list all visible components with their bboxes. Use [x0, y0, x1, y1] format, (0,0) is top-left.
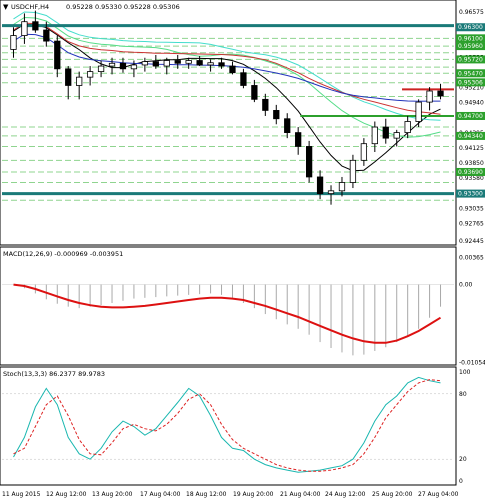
- candle-body: [218, 62, 225, 67]
- candle-body: [371, 126, 378, 145]
- chart-symbol-label: USDCHF,H4: [11, 3, 49, 11]
- candle-body: [43, 29, 50, 42]
- price-tick-label: 0.94125: [459, 145, 484, 152]
- candle-body: [130, 64, 138, 70]
- candle-body: [97, 65, 105, 73]
- candle-body: [349, 159, 357, 183]
- candle-body: [196, 60, 203, 66]
- candle-body: [426, 90, 433, 103]
- time-tick-label: 19 Aug 20:00: [233, 491, 274, 498]
- time-tick-label: 24 Aug 12:00: [325, 491, 366, 498]
- candle-body: [404, 121, 411, 133]
- macd-title: MACD(12,26,9) -0.000969 -0.003951: [3, 250, 123, 258]
- macd-tick-label: 0.00: [459, 282, 473, 289]
- candle-body: [305, 146, 313, 178]
- candle-body: [273, 110, 280, 120]
- candle-body: [152, 61, 159, 67]
- time-tick-label: 13 Aug 20:00: [92, 491, 133, 498]
- stoch-panel-frame[interactable]: [0, 366, 457, 486]
- time-tick-label: 12 Aug 12:00: [46, 491, 87, 498]
- candle-body: [229, 65, 236, 74]
- time-tick-label: 18 Aug 12:00: [186, 491, 227, 498]
- candle-body: [10, 35, 17, 50]
- candle-body: [141, 61, 149, 66]
- candle-body: [185, 60, 192, 64]
- candle-body: [119, 62, 127, 70]
- price-marker-label: 0.95306: [458, 79, 483, 86]
- time-axis: 11 Aug 2015 12 Aug 12:00 13 Aug 20:00 17 Au…: [2, 491, 459, 498]
- candle-body: [360, 143, 368, 161]
- macd-tick-label: -0.010546: [459, 359, 485, 366]
- candle-body: [65, 68, 72, 86]
- candle-body: [327, 190, 335, 194]
- price-tick-label: 0.93035: [459, 205, 484, 212]
- time-tick-label: 27 Aug 04:00: [418, 491, 459, 498]
- stoch-tick-label: 20: [459, 456, 467, 463]
- candle-body: [338, 182, 346, 192]
- stoch-tick-label: 100: [459, 369, 471, 376]
- stoch-tick-label: 80: [459, 391, 467, 398]
- price-tick-label: 0.92445: [459, 238, 484, 245]
- price-marker-label: 0.95720: [458, 56, 483, 63]
- candle-body: [262, 98, 269, 111]
- candle-body: [284, 118, 291, 133]
- candle-body: [415, 101, 422, 122]
- candle-body: [382, 126, 389, 139]
- candle-body: [21, 21, 28, 36]
- time-tick-label: 11 Aug 2015: [2, 491, 41, 498]
- trading-chart-window: 0.965750.963000.960300.957550.954850.952…: [0, 0, 485, 498]
- candle-body: [251, 85, 258, 100]
- chart-ohlc-values: 0.95228 0.95330 0.95228 0.95306: [66, 3, 180, 11]
- price-tick-label: 0.96575: [459, 9, 484, 16]
- chart-symbol-icon: ▼: [3, 3, 9, 11]
- candle-body: [32, 21, 39, 31]
- candle-body: [207, 62, 214, 66]
- price-tick-label: 0.92765: [459, 220, 484, 227]
- price-panel-frame[interactable]: [0, 0, 457, 246]
- price-tick-label: 0.93850: [459, 160, 484, 167]
- time-tick-label: 25 Aug 20:00: [372, 491, 413, 498]
- time-tick-label: 21 Aug 04:00: [280, 491, 321, 498]
- candle-body: [163, 60, 170, 67]
- candle-body: [86, 71, 94, 78]
- candle-body: [76, 76, 83, 86]
- price-marker-label: 0.95470: [458, 70, 483, 77]
- candle-body: [316, 176, 324, 194]
- price-tick-label: 0.94940: [459, 100, 484, 107]
- candle-body: [295, 132, 302, 147]
- price-marker-label: 0.96300: [458, 24, 483, 31]
- candle-body: [393, 132, 400, 139]
- candle-body: [108, 62, 116, 67]
- stoch-title: Stoch(13,3,3) 86.2377 89.9783: [3, 370, 105, 378]
- time-tick-label: 17 Aug 04:00: [140, 491, 181, 498]
- price-marker-label: 0.93300: [458, 191, 483, 198]
- candle-body: [240, 72, 247, 86]
- price-marker-label: 0.94340: [458, 133, 483, 140]
- price-tick-label: 0.93580: [459, 175, 484, 182]
- candle-body: [54, 40, 61, 70]
- price-marker-label: 0.93690: [458, 169, 483, 176]
- stoch-tick-label: 0: [459, 478, 463, 485]
- price-marker-label: 0.96100: [458, 35, 483, 42]
- macd-tick-label: 0.00365: [459, 255, 484, 262]
- price-marker-label: 0.95960: [458, 43, 483, 50]
- candle-body: [174, 60, 181, 64]
- price-marker-label: 0.94700: [458, 113, 483, 120]
- candle-body: [437, 90, 444, 97]
- price-axis: 0.965750.963000.960300.957550.954850.952…: [456, 9, 485, 245]
